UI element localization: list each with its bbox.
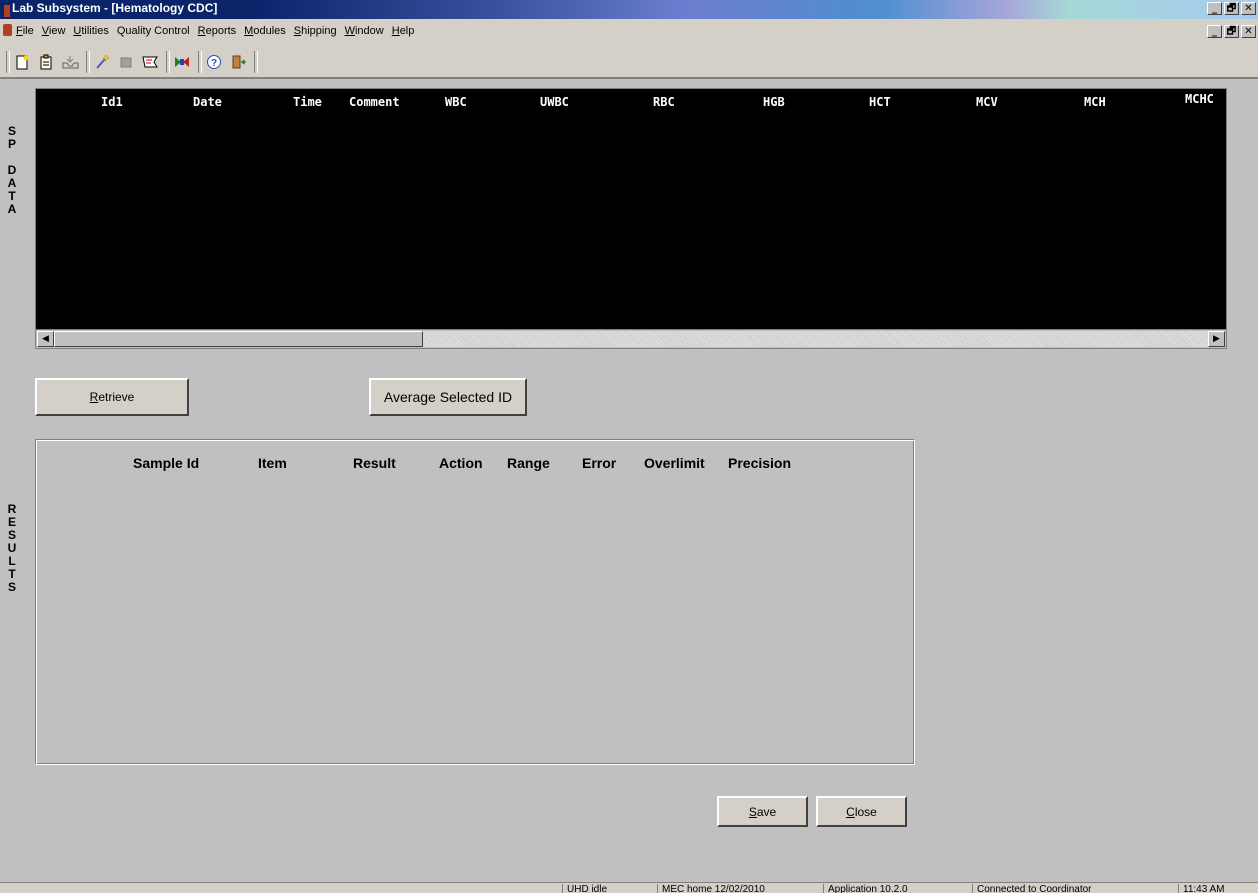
retrieve-button-label: Retrieve [89, 390, 135, 404]
toolbar-separator [6, 51, 10, 73]
exit-door-icon[interactable] [228, 52, 248, 72]
retrieve-button[interactable]: Retrieve [35, 378, 189, 416]
menu-window[interactable]: Window [345, 25, 384, 37]
column-header-error[interactable]: Error [582, 455, 616, 471]
close-button[interactable]: Close [816, 796, 907, 827]
save-button[interactable]: Save [717, 796, 808, 827]
scroll-left-icon[interactable]: ◀ [37, 331, 54, 347]
help-icon[interactable]: ? [204, 52, 224, 72]
menu-reports[interactable]: Reports [198, 25, 237, 37]
column-header-mch[interactable]: MCH [1084, 95, 1106, 109]
toolbar-separator [86, 51, 90, 73]
magic-wand-icon[interactable] [92, 52, 112, 72]
column-header-result[interactable]: Result [353, 455, 396, 471]
column-header-overlimit[interactable]: Overlimit [644, 455, 705, 471]
document-window-controls: _ 🗗 ✕ [1207, 25, 1256, 38]
menu-modules[interactable]: Modules [244, 25, 286, 37]
menu-items: File View Utilities Quality Control Repo… [16, 25, 414, 37]
square-icon[interactable] [116, 52, 136, 72]
column-header-hct[interactable]: HCT [869, 95, 891, 109]
title-bar[interactable]: Lab Subsystem - [Hematology CDC] _ 🗗 ✕ [0, 0, 1258, 19]
close-window-button[interactable]: ✕ [1241, 2, 1256, 15]
menu-help[interactable]: Help [392, 25, 415, 37]
scroll-right-icon[interactable]: ▶ [1208, 331, 1225, 347]
minimize-button[interactable]: _ [1207, 2, 1222, 15]
column-header-item[interactable]: Item [258, 455, 287, 471]
toolbar-separator [198, 51, 202, 73]
menu-shipping[interactable]: Shipping [294, 25, 337, 37]
sp-data-label: S P D A T A [7, 124, 17, 216]
close-button-label: Close [846, 804, 877, 819]
clipboard-icon[interactable] [36, 52, 56, 72]
column-header-mchc[interactable]: MCHC [1185, 92, 1214, 106]
window-title: Lab Subsystem - [Hematology CDC] [12, 1, 218, 15]
app-icon [4, 5, 10, 17]
average-selected-id-button[interactable]: Average Selected ID [369, 378, 527, 416]
column-header-rbc[interactable]: RBC [653, 95, 675, 109]
restore-button[interactable]: 🗗 [1224, 2, 1239, 15]
column-header-hgb[interactable]: HGB [763, 95, 785, 109]
new-document-icon[interactable] [12, 52, 32, 72]
menu-file[interactable]: File [16, 25, 34, 37]
scrollbar-thumb[interactable] [54, 331, 423, 347]
column-header-time[interactable]: Time [293, 95, 322, 109]
doc-restore-button[interactable]: 🗗 [1224, 25, 1239, 38]
menu-utilities[interactable]: Utilities [73, 25, 108, 37]
results-label: R E S U L T S [7, 502, 17, 594]
column-header-wbc[interactable]: WBC [445, 95, 467, 109]
toolbar: ? [0, 45, 1258, 79]
column-header-action[interactable]: Action [439, 455, 483, 471]
sp-data-header-row: Id1 Date Time Comment WBC UWBC RBC HGB H… [36, 92, 1226, 111]
sp-data-grid[interactable]: Id1 Date Time Comment WBC UWBC RBC HGB H… [35, 88, 1227, 349]
save-button-label: Save [748, 804, 777, 819]
column-header-comment[interactable]: Comment [349, 95, 400, 109]
status-bar: UHD idle MEC home 12/02/2010 Application… [0, 882, 1258, 893]
chart-icon[interactable] [172, 52, 192, 72]
column-header-range[interactable]: Range [507, 455, 550, 471]
doc-close-button[interactable]: ✕ [1241, 25, 1256, 38]
column-header-sample-id[interactable]: Sample Id [133, 455, 199, 471]
results-table[interactable]: Sample Id Item Result Action Range Error… [35, 439, 915, 765]
horizontal-scrollbar[interactable]: ◀ ▶ [36, 329, 1226, 348]
column-header-precision[interactable]: Precision [728, 455, 791, 471]
column-header-mcv[interactable]: MCV [976, 95, 998, 109]
flag-icon[interactable] [140, 52, 160, 72]
menu-view[interactable]: View [42, 25, 66, 37]
doc-minimize-button[interactable]: _ [1207, 25, 1222, 38]
menu-bar: File View Utilities Quality Control Repo… [0, 19, 1258, 45]
toolbar-separator [254, 51, 258, 73]
column-header-date[interactable]: Date [193, 95, 222, 109]
tray-icon[interactable] [60, 52, 80, 72]
svg-text:?: ? [211, 58, 217, 69]
scrollbar-track[interactable] [423, 331, 1208, 347]
document-icon[interactable] [3, 24, 12, 36]
toolbar-separator [166, 51, 170, 73]
column-header-id1[interactable]: Id1 [101, 95, 123, 109]
column-header-uwbc[interactable]: UWBC [540, 95, 569, 109]
menu-quality-control[interactable]: Quality Control [117, 25, 190, 37]
window-controls: _ 🗗 ✕ [1207, 2, 1256, 15]
